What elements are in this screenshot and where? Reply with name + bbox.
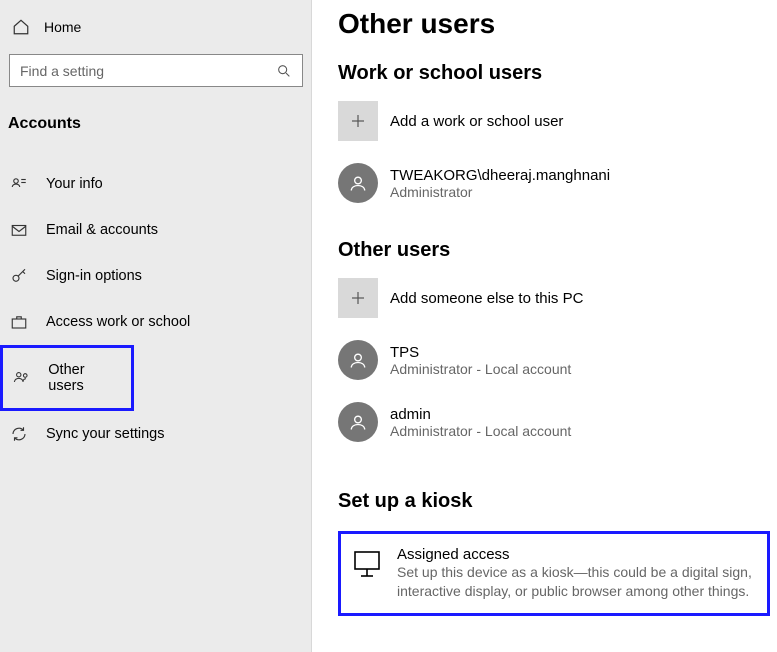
sidebar-divider — [311, 0, 312, 652]
user-name: TPS — [390, 344, 571, 361]
add-other-label: Add someone else to this PC — [390, 290, 583, 307]
person-card-icon — [10, 175, 28, 193]
sidebar-item-email[interactable]: Email & accounts — [0, 207, 312, 253]
mail-icon — [10, 221, 28, 239]
sidebar-item-signin[interactable]: Sign-in options — [0, 253, 312, 299]
user-role: Administrator - Local account — [390, 361, 571, 377]
kiosk-text: Assigned access Set up this device as a … — [397, 546, 757, 601]
sync-icon — [10, 425, 28, 443]
sidebar-item-your-info[interactable]: Your info — [0, 161, 312, 207]
search-icon — [276, 63, 292, 79]
kiosk-description: Set up this device as a kiosk—this could… — [397, 563, 757, 601]
home-label: Home — [44, 19, 81, 35]
avatar — [338, 163, 378, 203]
other-users-heading: Other users — [338, 239, 777, 262]
sidebar-item-label: Other users — [48, 362, 121, 394]
sidebar-item-label: Sync your settings — [46, 426, 164, 442]
assigned-access-button[interactable]: Assigned access Set up this device as a … — [338, 531, 770, 616]
sidebar-item-label: Access work or school — [46, 314, 190, 330]
sidebar: Home Accounts Your info Email & accounts… — [0, 0, 312, 652]
avatar — [338, 340, 378, 380]
people-icon — [13, 369, 30, 387]
plus-icon — [338, 278, 378, 318]
search-input-container[interactable] — [9, 54, 303, 87]
sidebar-item-sync[interactable]: Sync your settings — [0, 411, 312, 457]
main-content: Other users Work or school users Add a w… — [312, 0, 777, 652]
sidebar-item-work-school[interactable]: Access work or school — [0, 299, 312, 345]
sidebar-item-label: Sign-in options — [46, 268, 142, 284]
kiosk-monitor-icon — [351, 548, 383, 580]
kiosk-title: Assigned access — [397, 546, 757, 563]
add-work-school-user-button[interactable]: Add a work or school user — [338, 101, 777, 141]
user-name: TWEAKORG\dheeraj.manghnani — [390, 167, 610, 184]
add-other-user-button[interactable]: Add someone else to this PC — [338, 278, 777, 318]
user-text: TWEAKORG\dheeraj.manghnani Administrator — [390, 167, 610, 200]
briefcase-icon — [10, 313, 28, 331]
avatar — [338, 402, 378, 442]
user-role: Administrator — [390, 184, 610, 200]
user-text: TPS Administrator - Local account — [390, 344, 571, 377]
add-work-school-label: Add a work or school user — [390, 113, 563, 130]
user-text: admin Administrator - Local account — [390, 406, 571, 439]
search-input[interactable] — [20, 63, 276, 79]
work-user-row[interactable]: TWEAKORG\dheeraj.manghnani Administrator — [338, 163, 777, 203]
nav-list: Your info Email & accounts Sign-in optio… — [0, 161, 312, 457]
home-icon — [12, 18, 30, 36]
plus-icon — [338, 101, 378, 141]
key-icon — [10, 267, 28, 285]
user-name: admin — [390, 406, 571, 423]
sidebar-item-other-users[interactable]: Other users — [0, 345, 134, 411]
work-school-heading: Work or school users — [338, 62, 777, 85]
user-role: Administrator - Local account — [390, 423, 571, 439]
page-title: Other users — [338, 8, 777, 40]
kiosk-heading: Set up a kiosk — [338, 490, 777, 513]
other-user-row[interactable]: TPS Administrator - Local account — [338, 340, 777, 380]
sidebar-item-label: Your info — [46, 176, 103, 192]
sidebar-item-label: Email & accounts — [46, 222, 158, 238]
other-user-row[interactable]: admin Administrator - Local account — [338, 402, 777, 442]
home-button[interactable]: Home — [0, 10, 312, 44]
section-title: Accounts — [0, 97, 312, 145]
